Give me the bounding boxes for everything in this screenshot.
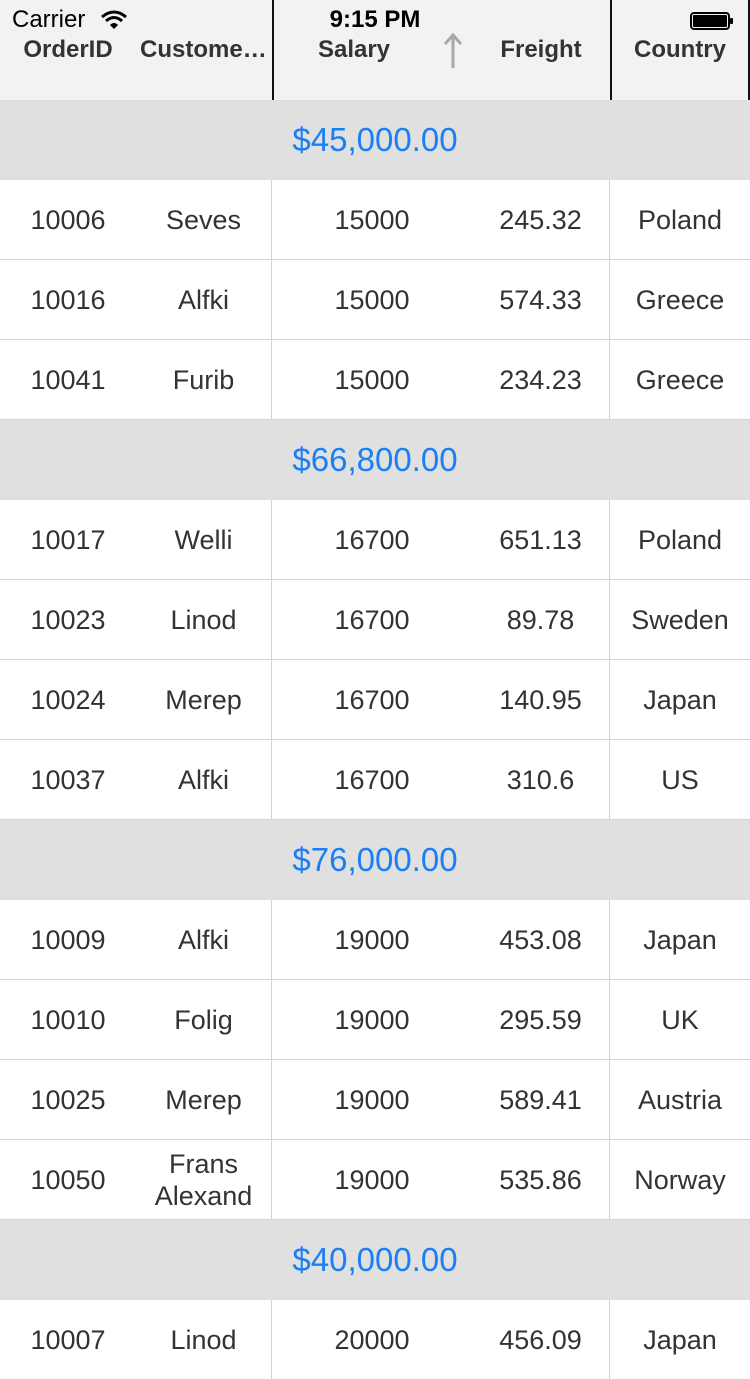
table-row[interactable]: 10041 Furib 15000 234.23 Greece	[0, 340, 750, 420]
table-row[interactable]: 10024 Merep 16700 140.95 Japan	[0, 660, 750, 740]
cell-customer: Alfki	[136, 900, 272, 979]
cell-customer: Linod	[136, 1300, 272, 1379]
cell-salary: 19000	[334, 1004, 410, 1035]
status-bar: Carrier 9:15 PM	[0, 0, 750, 40]
cell-customer: Seves	[136, 180, 272, 259]
cell-freight: 456.09	[472, 1300, 610, 1379]
cell-country: US	[661, 764, 699, 795]
clock: 9:15 PM	[329, 6, 421, 33]
table-row[interactable]: 10025 Merep 19000 589.41 Austria	[0, 1060, 750, 1140]
table-row[interactable]: 10010 Folig 19000 295.59 UK	[0, 980, 750, 1060]
cell-freight: 453.08	[472, 900, 610, 979]
cell-salary: 16700	[334, 684, 410, 715]
column-header-label: Country	[634, 36, 726, 63]
group-header[interactable]: $45,000.00	[0, 100, 750, 180]
battery-icon	[690, 12, 733, 30]
cell-salary: 20000	[334, 1324, 410, 1355]
cell-customer: Alfki	[136, 740, 272, 819]
cell-salary: 15000	[334, 284, 410, 315]
cell-country: Austria	[637, 1084, 723, 1115]
cell-freight: 574.33	[472, 260, 610, 339]
cell-orderid: 10025	[30, 1084, 106, 1115]
column-header-label: OrderID	[23, 36, 113, 63]
cell-customer: Furib	[136, 340, 272, 419]
cell-country: Japan	[643, 924, 717, 955]
group-header[interactable]: $76,000.00	[0, 820, 750, 900]
table-row[interactable]: 10007 Linod 20000 456.09 Japan	[0, 1300, 750, 1380]
cell-country: Norway	[634, 1164, 726, 1195]
cell-customer: Linod	[136, 580, 272, 659]
column-header-label: Salary	[317, 36, 391, 63]
cell-freight: 310.6	[472, 740, 610, 819]
column-header-label: Freight	[500, 36, 582, 63]
cell-country: Japan	[643, 1324, 717, 1355]
table-row[interactable]: 10016 Alfki 15000 574.33 Greece	[0, 260, 750, 340]
cell-freight: 535.86	[472, 1140, 610, 1219]
cell-freight: 589.41	[472, 1060, 610, 1139]
cell-orderid: 10007	[30, 1324, 106, 1355]
table-row[interactable]: 10037 Alfki 16700 310.6 US	[0, 740, 750, 820]
table-row[interactable]: 10017 Welli 16700 651.13 Poland	[0, 500, 750, 580]
data-grid[interactable]: $45,000.00 10006 Seves 15000 245.32 Poland 100…	[0, 100, 750, 1380]
cell-customer: Merep	[136, 660, 272, 739]
cell-salary: 16700	[334, 524, 410, 555]
table-row[interactable]: 10050 Frans Alexand 19000 535.86 Norway	[0, 1140, 750, 1220]
cell-orderid: 10024	[30, 684, 106, 715]
cell-orderid: 10010	[30, 1004, 106, 1035]
cell-country: UK	[661, 1004, 699, 1035]
group-header[interactable]: $40,000.00	[0, 1220, 750, 1300]
cell-customer: Welli	[136, 500, 272, 579]
cell-orderid: 10006	[30, 204, 106, 235]
cell-orderid: 10016	[30, 284, 106, 315]
cell-customer: Merep	[136, 1060, 272, 1139]
table-row[interactable]: 10006 Seves 15000 245.32 Poland	[0, 180, 750, 260]
cell-customer: Folig	[136, 980, 272, 1059]
cell-country: Sweden	[631, 604, 729, 635]
cell-country: Greece	[635, 284, 725, 315]
group-header[interactable]: $66,800.00	[0, 420, 750, 500]
cell-customer: Alfki	[136, 260, 272, 339]
table-row[interactable]: 10023 Linod 16700 89.78 Sweden	[0, 580, 750, 660]
cell-freight: 295.59	[472, 980, 610, 1059]
cell-orderid: 10023	[30, 604, 106, 635]
column-header-label: Customer...	[140, 36, 271, 63]
cell-salary: 15000	[334, 364, 410, 395]
cell-country: Greece	[635, 364, 725, 395]
cell-orderid: 10037	[30, 764, 106, 795]
cell-orderid: 10041	[30, 364, 106, 395]
cell-freight: 651.13	[472, 500, 610, 579]
cell-salary: 19000	[334, 924, 410, 955]
cell-salary: 16700	[334, 604, 410, 635]
cell-orderid: 10050	[30, 1164, 106, 1195]
cell-salary: 16700	[334, 764, 410, 795]
cell-freight: 89.78	[472, 580, 610, 659]
cell-orderid: 10017	[30, 524, 106, 555]
table-row[interactable]: 10009 Alfki 19000 453.08 Japan	[0, 900, 750, 980]
cell-salary: 15000	[334, 204, 410, 235]
cell-salary: 19000	[334, 1084, 410, 1115]
cell-customer: Frans Alexand	[136, 1140, 272, 1219]
cell-country: Poland	[637, 524, 723, 555]
cell-country: Poland	[637, 204, 723, 235]
cell-country: Japan	[643, 684, 717, 715]
cell-freight: 140.95	[472, 660, 610, 739]
cell-freight: 245.32	[472, 180, 610, 259]
cell-salary: 19000	[334, 1164, 410, 1195]
cell-orderid: 10009	[30, 924, 106, 955]
cell-freight: 234.23	[472, 340, 610, 419]
